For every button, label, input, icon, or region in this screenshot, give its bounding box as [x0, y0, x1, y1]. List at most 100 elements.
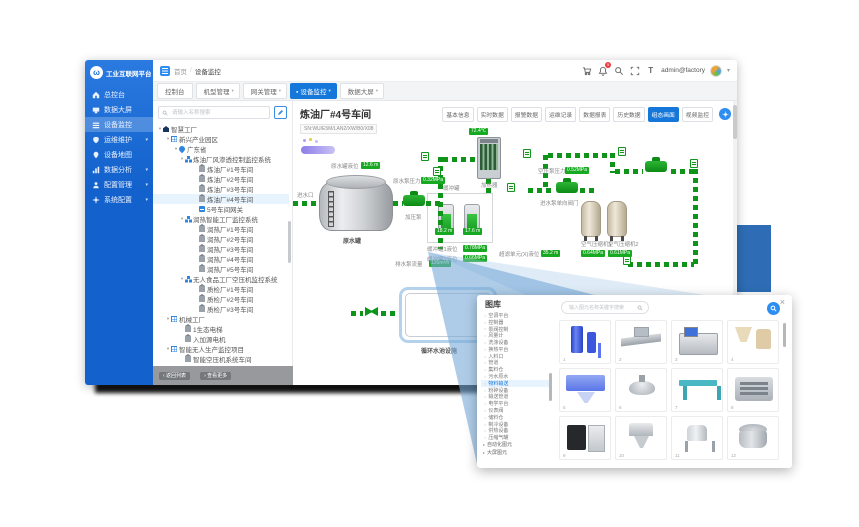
- tab[interactable]: 网关管理 ▾: [243, 83, 287, 99]
- logo: ω 工业互联网平台: [85, 60, 153, 87]
- gallery-item[interactable]: 7: [671, 368, 723, 412]
- tree-item[interactable]: ▾ 无人食品工厂空压机监控系统: [153, 274, 289, 284]
- tree-item[interactable]: ▾ 润热智能工厂监控系统: [153, 214, 289, 224]
- account-caret-icon[interactable]: ▾: [727, 67, 730, 74]
- tree-item[interactable]: 润热厂#1号车间: [153, 224, 289, 234]
- gallery-item[interactable]: 8: [727, 368, 779, 412]
- close-icon[interactable]: ×: [780, 297, 785, 307]
- gallery-item[interactable]: 1: [559, 320, 611, 364]
- tree-scrollbar[interactable]: [288, 221, 291, 263]
- pipe-node-icon[interactable]: [618, 147, 626, 156]
- tree-item[interactable]: 润热厂#5号车间: [153, 264, 289, 274]
- gallery-search-input[interactable]: [567, 304, 635, 312]
- sidebar-item-config-mgmt[interactable]: 配置管理 ▾: [85, 177, 153, 192]
- gallery-item[interactable]: 12: [727, 416, 779, 460]
- grid-scrollbar[interactable]: [783, 323, 786, 347]
- tree-item[interactable]: 炼油厂#2号车间: [153, 174, 289, 184]
- gallery-category-group[interactable]: ▸ 大屏图元: [481, 449, 549, 457]
- tree-item[interactable]: 智能空压机系统车间: [153, 354, 289, 364]
- bell-icon[interactable]: 5: [597, 65, 608, 76]
- tree-footer-left-button[interactable]: ‹ 返回列表: [159, 372, 190, 380]
- gallery-item[interactable]: 11: [671, 416, 723, 460]
- gallery-search-box[interactable]: [561, 301, 649, 314]
- font-size-icon[interactable]: T: [645, 65, 656, 76]
- tree-item[interactable]: 质检厂#2号车间: [153, 294, 289, 304]
- gallery-category[interactable]: 压缩气罐: [481, 434, 549, 441]
- tree-search-input[interactable]: [170, 109, 266, 117]
- pipe-node-icon[interactable]: [421, 152, 429, 161]
- tab[interactable]: ● 设备监控 ▾: [290, 83, 337, 99]
- tree-item[interactable]: 润热厂#4号车间: [153, 254, 289, 264]
- tree-item[interactable]: ▾ 新兴产业园区: [153, 134, 289, 144]
- gallery-category-group[interactable]: ▸ 自动化图元: [481, 441, 549, 449]
- tree-item[interactable]: 5号车间网关: [153, 204, 289, 214]
- sidebar-item-device-monitor[interactable]: 设备监控: [85, 117, 153, 132]
- tree-item[interactable]: 炼油厂#1号车间: [153, 164, 289, 174]
- pipe-node-icon[interactable]: [690, 159, 698, 168]
- breadcrumb-grid-icon[interactable]: [160, 66, 170, 76]
- tree-item[interactable]: ▾ 炼油厂风渗透控制监控系统: [153, 154, 289, 164]
- pipe-node-icon[interactable]: [507, 183, 515, 192]
- tree-item[interactable]: ▾ 广东省: [153, 144, 289, 154]
- tree-item[interactable]: 质检厂#1号车间: [153, 284, 289, 294]
- panel-settings-button[interactable]: [719, 108, 731, 120]
- sidebar-item-dashboard[interactable]: 数据大屏: [85, 102, 153, 117]
- sidebar-item-data-analysis[interactable]: 数据分析 ▾: [85, 162, 153, 177]
- air-compressor-tank-1[interactable]: [581, 201, 601, 237]
- tree-item[interactable]: 炼油厂#4号车间: [153, 194, 289, 204]
- gallery-item[interactable]: 10: [615, 416, 667, 460]
- sidebar-item-maintenance[interactable]: 运维维护 ▾: [85, 132, 153, 147]
- search-icon[interactable]: [613, 65, 624, 76]
- account-name[interactable]: admin@factory: [661, 67, 705, 74]
- pipe-node-icon[interactable]: [365, 307, 378, 316]
- category-scrollbar[interactable]: [549, 373, 552, 401]
- tab[interactable]: 机型管理 ▾: [196, 83, 240, 99]
- gallery-item[interactable]: 3: [671, 320, 723, 364]
- sidebar-item-device-map[interactable]: 设备地图: [85, 147, 153, 162]
- cart-icon[interactable]: [581, 65, 592, 76]
- panel-tab-button[interactable]: 组态画面: [648, 107, 679, 122]
- tab[interactable]: 控制台: [157, 83, 193, 99]
- sidebar-item-console[interactable]: 总控台: [85, 87, 153, 102]
- tree-footer-right-button[interactable]: › 查看更多: [200, 372, 231, 380]
- tree-item[interactable]: ▾ 智能无人生产监控项目: [153, 344, 289, 354]
- pipe-node-icon[interactable]: [623, 256, 631, 265]
- raw-water-tank[interactable]: [319, 175, 393, 231]
- panel-tab-button[interactable]: 历史数据: [613, 107, 644, 122]
- breadcrumb-home[interactable]: 首页: [174, 66, 187, 76]
- pipe-node-icon[interactable]: [556, 182, 578, 193]
- tree-item[interactable]: 1生态电梯: [153, 324, 289, 334]
- air-compressor-tank-2[interactable]: [607, 201, 627, 237]
- pipe-node-icon[interactable]: [645, 161, 667, 172]
- gallery-item[interactable]: 4: [727, 320, 779, 364]
- pipe-node-icon[interactable]: [433, 167, 441, 176]
- tree-item[interactable]: 入加源电机: [153, 334, 289, 344]
- tab[interactable]: 数据大屏 ▾: [340, 83, 384, 99]
- panel-tab-button[interactable]: 运维记录: [545, 107, 576, 122]
- fullscreen-icon[interactable]: [629, 65, 640, 76]
- panel-tab-button[interactable]: 数据报表: [579, 107, 610, 122]
- gallery-item[interactable]: 5: [559, 368, 611, 412]
- avatar[interactable]: [710, 65, 722, 77]
- tree-item[interactable]: 炼油厂#3号车间: [153, 184, 289, 194]
- panel-tab-button[interactable]: 基本信息: [442, 107, 473, 122]
- tree-item[interactable]: 润热厂#2号车间: [153, 234, 289, 244]
- tree-item[interactable]: ▾ 机械工厂: [153, 314, 289, 324]
- tree-item[interactable]: 润热厂#3号车间: [153, 244, 289, 254]
- gallery-item[interactable]: 9: [559, 416, 611, 460]
- tree-item[interactable]: 质检厂#3号车间: [153, 304, 289, 314]
- tree-item[interactable]: ▾ 智慧工厂: [153, 124, 289, 134]
- gallery-item[interactable]: 6: [615, 368, 667, 412]
- panel-tab-button[interactable]: 报警数据: [511, 107, 542, 122]
- gallery-item[interactable]: 2: [615, 320, 667, 364]
- pipe-node-icon[interactable]: [403, 195, 425, 206]
- panel-tab-button[interactable]: 实时数据: [477, 107, 508, 122]
- tree-search-box[interactable]: [158, 106, 270, 119]
- panel-tab-button[interactable]: 视频监控: [682, 107, 713, 122]
- gallery-search-button[interactable]: [767, 302, 780, 315]
- pipe-node-icon[interactable]: [523, 149, 531, 158]
- sidebar-item-system-config[interactable]: 系统配置 ▾: [85, 192, 153, 207]
- heater-device[interactable]: [477, 137, 501, 179]
- value-chip: 0.78MPa: [463, 245, 487, 252]
- tree-edit-button[interactable]: [274, 106, 287, 119]
